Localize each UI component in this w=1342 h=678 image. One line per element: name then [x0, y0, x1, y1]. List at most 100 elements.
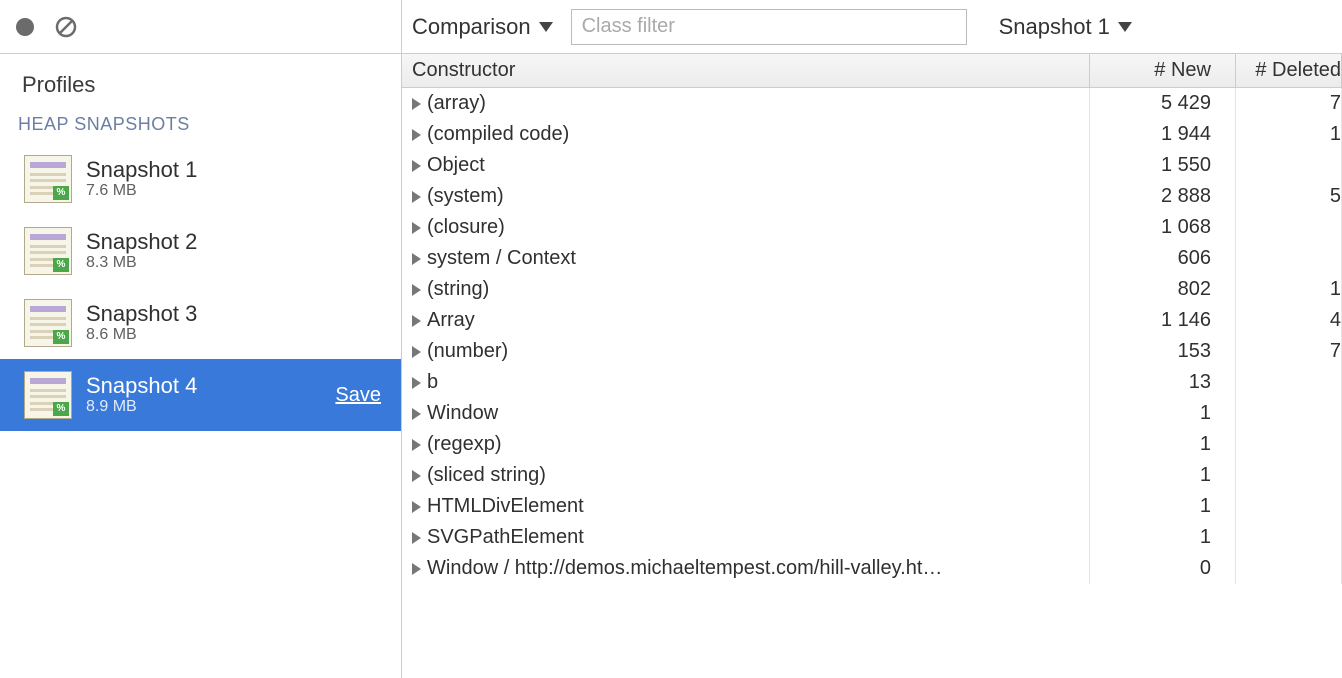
table-row[interactable]: (sliced string) 1	[402, 460, 1342, 491]
cell-constructor: SVGPathElement	[402, 522, 1090, 553]
disclosure-triangle-icon[interactable]	[412, 439, 421, 451]
cell-new: 0	[1090, 553, 1236, 584]
record-icon[interactable]	[16, 18, 34, 36]
cell-deleted: 1	[1236, 274, 1342, 305]
table-row[interactable]: SVGPathElement1	[402, 522, 1342, 553]
disclosure-triangle-icon[interactable]	[412, 98, 421, 110]
sidebar-section-heap: HEAP SNAPSHOTS	[0, 108, 401, 143]
disclosure-triangle-icon[interactable]	[412, 284, 421, 296]
view-mode-dropdown[interactable]: Comparison	[412, 14, 553, 40]
disclosure-triangle-icon[interactable]	[412, 408, 421, 420]
cell-deleted	[1236, 367, 1342, 398]
table-row[interactable]: (regexp) 1	[402, 429, 1342, 460]
sidebar-toolbar	[0, 0, 401, 54]
constructor-name: b	[427, 367, 438, 398]
cell-constructor: (array)	[402, 88, 1090, 119]
snapshot-item[interactable]: % Snapshot 28.3 MB	[0, 215, 401, 287]
cell-constructor: HTMLDivElement	[402, 491, 1090, 522]
cell-new: 1	[1090, 491, 1236, 522]
disclosure-triangle-icon[interactable]	[412, 129, 421, 141]
cell-deleted: 7	[1236, 88, 1342, 119]
snapshot-item[interactable]: %Snapshot 17.6 MB	[0, 143, 401, 215]
disclosure-triangle-icon[interactable]	[412, 532, 421, 544]
col-deleted[interactable]: # Deleted	[1236, 54, 1342, 87]
snapshot-size: 8.3 MB	[86, 254, 387, 272]
class-filter-input[interactable]	[571, 9, 967, 45]
chevron-down-icon	[539, 22, 553, 32]
constructor-name: (sliced string)	[427, 460, 546, 491]
constructor-name: HTMLDivElement	[427, 491, 584, 522]
cell-deleted	[1236, 150, 1342, 181]
clear-icon[interactable]	[54, 15, 78, 39]
constructor-name: (system)	[427, 181, 504, 212]
constructor-name: (string)	[427, 274, 489, 305]
disclosure-triangle-icon[interactable]	[412, 470, 421, 482]
disclosure-triangle-icon[interactable]	[412, 222, 421, 234]
snapshot-size: 7.6 MB	[86, 182, 387, 200]
snapshot-item[interactable]: %Snapshot 38.6 MB	[0, 287, 401, 359]
cell-constructor: (closure)	[402, 212, 1090, 243]
cell-new: 1	[1090, 460, 1236, 491]
table-row[interactable]: HTMLDivElement 1	[402, 491, 1342, 522]
disclosure-triangle-icon[interactable]	[412, 160, 421, 172]
cell-constructor: (number)	[402, 336, 1090, 367]
cell-new: 1	[1090, 429, 1236, 460]
disclosure-triangle-icon[interactable]	[412, 315, 421, 327]
cell-deleted	[1236, 460, 1342, 491]
disclosure-triangle-icon[interactable]	[412, 563, 421, 575]
table-row[interactable]: (number)1537	[402, 336, 1342, 367]
constructor-name: Array	[427, 305, 475, 336]
disclosure-triangle-icon[interactable]	[412, 346, 421, 358]
cell-deleted	[1236, 212, 1342, 243]
cell-new: 1 068	[1090, 212, 1236, 243]
chevron-down-icon	[1118, 22, 1132, 32]
table-row[interactable]: (closure)1 068	[402, 212, 1342, 243]
snapshot-name: Snapshot 2	[86, 229, 387, 254]
save-link[interactable]: Save	[335, 384, 381, 407]
cell-deleted	[1236, 491, 1342, 522]
constructor-name: (number)	[427, 336, 508, 367]
snapshot-list: %Snapshot 17.6 MB% Snapshot 28.3 MB %Snaps…	[0, 143, 401, 431]
cell-new: 606	[1090, 243, 1236, 274]
cell-new: 1	[1090, 522, 1236, 553]
cell-new: 1	[1090, 398, 1236, 429]
cell-deleted	[1236, 398, 1342, 429]
view-mode-label: Comparison	[412, 14, 531, 40]
comparison-table: Constructor # New # Deleted (array) 5 429…	[402, 54, 1342, 678]
cell-deleted	[1236, 553, 1342, 584]
constructor-name: Window	[427, 398, 498, 429]
disclosure-triangle-icon[interactable]	[412, 377, 421, 389]
snapshot-icon: %	[24, 227, 72, 275]
snapshot-item[interactable]: %Snapshot 48.9 MBSave	[0, 359, 401, 431]
cell-constructor: (string)	[402, 274, 1090, 305]
sidebar-title: Profiles	[0, 54, 401, 108]
disclosure-triangle-icon[interactable]	[412, 501, 421, 513]
cell-deleted: 7	[1236, 336, 1342, 367]
table-row[interactable]: Window 1	[402, 398, 1342, 429]
table-row[interactable]: Window / http://demos.michaeltempest.com…	[402, 553, 1342, 584]
cell-new: 1 550	[1090, 150, 1236, 181]
constructor-name: (array)	[427, 88, 486, 119]
disclosure-triangle-icon[interactable]	[412, 253, 421, 265]
snapshot-size: 8.9 MB	[86, 398, 321, 416]
snapshot-name: Snapshot 1	[86, 157, 387, 182]
table-row[interactable]: (compiled code)1 9441	[402, 119, 1342, 150]
disclosure-triangle-icon[interactable]	[412, 191, 421, 203]
table-row[interactable]: b13	[402, 367, 1342, 398]
table-row[interactable]: Array1 1464	[402, 305, 1342, 336]
constructor-name: (regexp)	[427, 429, 501, 460]
main-toolbar: Comparison Snapshot 1	[402, 0, 1342, 54]
table-row[interactable]: (system)2 8885	[402, 181, 1342, 212]
table-row[interactable]: (string)8021	[402, 274, 1342, 305]
col-new[interactable]: # New	[1090, 54, 1236, 87]
cell-deleted	[1236, 522, 1342, 553]
col-constructor[interactable]: Constructor	[402, 54, 1090, 87]
cell-deleted: 1	[1236, 119, 1342, 150]
cell-deleted	[1236, 243, 1342, 274]
snapshot-name: Snapshot 4	[86, 373, 321, 398]
table-row[interactable]: system / Context606	[402, 243, 1342, 274]
baseline-dropdown[interactable]: Snapshot 1	[999, 14, 1132, 40]
cell-new: 5 429	[1090, 88, 1236, 119]
table-row[interactable]: (array) 5 4297	[402, 88, 1342, 119]
table-row[interactable]: Object1 550	[402, 150, 1342, 181]
